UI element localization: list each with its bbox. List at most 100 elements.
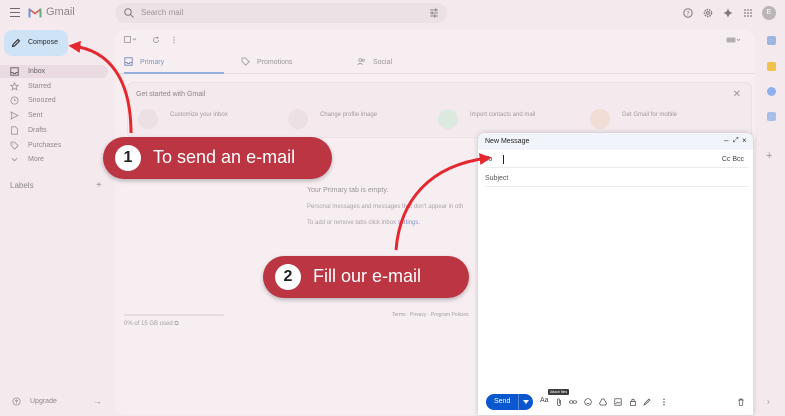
tab-label: Promotions [257, 59, 293, 66]
people-icon [357, 58, 365, 66]
tab-social[interactable]: Social [357, 50, 457, 74]
storage-bar [124, 314, 224, 316]
avatar[interactable]: E [762, 6, 776, 20]
card-gmail-mobile[interactable]: Get Gmail for mobile [590, 107, 720, 133]
to-label: To [485, 156, 493, 163]
card-text: Change profile image [320, 112, 378, 118]
arrow-right-icon[interactable]: → [93, 396, 102, 406]
chevron-right-icon[interactable]: › [767, 397, 770, 406]
emoji-icon[interactable] [584, 398, 592, 406]
close-icon[interactable]: ✕ [733, 89, 741, 100]
settings-gear-icon [138, 109, 158, 129]
signature-icon[interactable] [643, 398, 651, 406]
app-name: Gmail [46, 6, 75, 18]
contacts-icon[interactable] [767, 112, 776, 121]
more-options-icon[interactable] [172, 36, 176, 44]
upgrade-icon [12, 397, 21, 406]
sidebar-item-starred[interactable]: Starred [0, 80, 108, 93]
subject-input[interactable]: Subject [485, 175, 508, 182]
star-icon [10, 82, 19, 91]
close-icon[interactable]: × [742, 136, 747, 145]
insert-link-icon[interactable] [569, 398, 577, 406]
select-all-checkbox[interactable] [124, 36, 138, 44]
send-options-icon[interactable] [523, 400, 529, 404]
drive-icon[interactable] [599, 398, 607, 406]
storage-usage-text: 0% of 15 GB used [124, 321, 173, 327]
sidebar-item-sent[interactable]: Sent [0, 109, 108, 122]
minimize-icon[interactable]: – [724, 136, 728, 145]
sidebar-item-label: Purchases [28, 142, 62, 149]
send-button[interactable]: Send [486, 394, 533, 410]
compose-header: New Message – ⤢ × [478, 133, 753, 150]
step-text: To send an e-mail [153, 147, 296, 167]
chevron-down-icon [11, 157, 18, 162]
sidebar-item-label: Starred [28, 83, 51, 90]
sidebar-item-label: Inbox [28, 68, 46, 75]
card-import-contacts[interactable]: Import contacts and mail [438, 107, 568, 133]
sidebar-item-label: Sent [28, 112, 43, 119]
compose-title: New Message [485, 138, 530, 145]
import-contacts-icon [438, 109, 458, 129]
search-options-icon[interactable] [429, 8, 439, 18]
more-options-icon[interactable] [660, 398, 668, 406]
card-change-profile-image[interactable]: Change profile image [288, 107, 418, 133]
cc-bcc-button[interactable]: Cc Bcc [722, 156, 744, 163]
tab-label: Primary [140, 59, 165, 66]
attach-file-icon[interactable] [555, 398, 563, 406]
pencil-icon [11, 38, 21, 48]
tag-icon [10, 141, 19, 150]
input-tools-icon[interactable] [726, 36, 742, 44]
svg-text:?: ? [686, 10, 689, 17]
storage-usage: 0% of 15 GB used ⧉ [124, 321, 179, 328]
card-customize-inbox[interactable]: Customize your inbox [138, 107, 268, 133]
empty-tab-hint: To add or remove tabs click inbox settin… [307, 220, 420, 226]
card-text: Get Gmail for mobile [622, 112, 678, 118]
expand-icon[interactable]: ⤢ [733, 137, 739, 145]
card-text: Customize your inbox [170, 112, 228, 118]
apps-grid-icon[interactable] [743, 8, 753, 18]
keep-icon[interactable] [767, 62, 776, 71]
external-link-icon[interactable]: ⧉ [174, 321, 178, 327]
text-cursor [503, 155, 504, 164]
sidebar-item-inbox[interactable]: Inbox [0, 65, 108, 78]
gemini-sparkle-icon[interactable] [723, 8, 733, 18]
sidebar-item-label: Drafts [28, 127, 47, 134]
gmail-logo-icon[interactable] [28, 7, 42, 18]
send-label: Send [494, 398, 511, 405]
get-started-panel: Get started with Gmail ✕ Customize your … [127, 82, 752, 138]
tasks-icon[interactable] [767, 87, 776, 96]
formatting-options-button[interactable]: Aa [540, 397, 549, 404]
sidebar-item-snoozed[interactable]: Snoozed [0, 94, 108, 107]
add-addon-icon[interactable]: + [766, 150, 772, 162]
empty-tab-hint-text: To add or remove tabs click inbox [307, 220, 397, 226]
tab-primary[interactable]: Primary [124, 50, 224, 74]
get-started-title: Get started with Gmail [136, 91, 206, 98]
discard-draft-icon[interactable] [737, 398, 745, 406]
step-number: 1 [115, 145, 141, 171]
mobile-phone-icon [590, 109, 610, 129]
profile-icon [288, 109, 308, 129]
footer-links[interactable]: Terms · Privacy · Program Policies [392, 312, 469, 318]
calendar-icon[interactable] [767, 36, 776, 45]
to-field[interactable]: To Cc Bcc [485, 151, 748, 168]
tab-promotions[interactable]: Promotions [241, 50, 341, 74]
step-number: 2 [275, 264, 301, 290]
help-icon[interactable]: ? [683, 8, 693, 18]
sidebar-item-drafts[interactable]: Drafts [0, 124, 108, 137]
category-tabs: Primary Promotions Social [115, 50, 755, 74]
settings-gear-icon[interactable] [703, 8, 713, 18]
search-input[interactable]: Search mail [141, 8, 183, 17]
sidebar-item-purchases[interactable]: Purchases [0, 139, 108, 152]
search-bar[interactable]: Search mail [115, 3, 447, 23]
insert-photo-icon[interactable] [614, 398, 622, 406]
main-menu-icon[interactable] [10, 8, 20, 17]
add-label-button[interactable]: + [96, 180, 102, 191]
settings-link[interactable]: settings. [398, 220, 420, 226]
compose-button[interactable]: Compose [4, 30, 68, 56]
confidential-mode-icon[interactable] [629, 398, 637, 406]
compose-label: Compose [28, 39, 58, 46]
sidebar-item-more[interactable]: More [0, 153, 108, 166]
empty-tab-description: Personal messages and messages that don'… [307, 204, 464, 210]
subject-field[interactable]: Subject [485, 170, 748, 187]
refresh-icon[interactable] [152, 36, 160, 44]
